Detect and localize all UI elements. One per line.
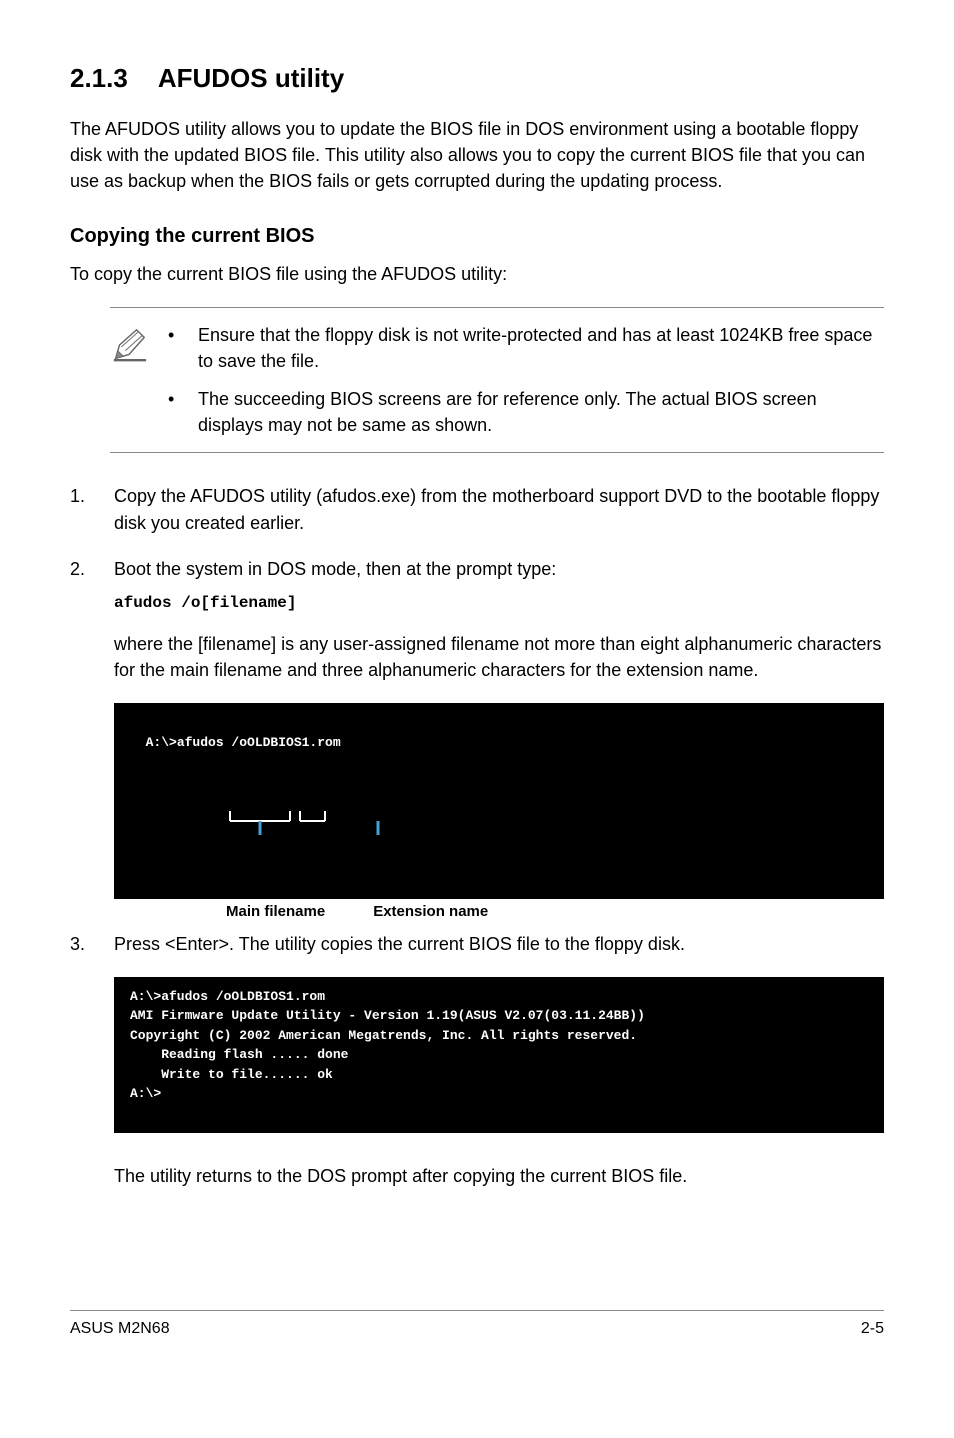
- section-title-text: AFUDOS utility: [158, 63, 344, 93]
- note-item: • Ensure that the floppy disk is not wri…: [168, 322, 884, 374]
- page-footer: ASUS M2N68 2-5: [70, 1310, 884, 1340]
- step-number: 3.: [70, 931, 114, 957]
- step-number: 2.: [70, 556, 114, 683]
- step-text: Boot the system in DOS mode, then at the…: [114, 559, 556, 579]
- section-number: 2.1.3: [70, 60, 128, 98]
- step-body: Boot the system in DOS mode, then at the…: [114, 556, 884, 683]
- section-heading: 2.1.3 AFUDOS utility: [70, 60, 884, 98]
- list-item: 1. Copy the AFUDOS utility (afudos.exe) …: [70, 483, 884, 535]
- step-number: 1.: [70, 483, 114, 535]
- filename-brackets: [130, 772, 868, 876]
- note-content: • Ensure that the floppy disk is not wri…: [168, 322, 884, 438]
- footer-page-number: 2-5: [861, 1317, 884, 1340]
- closing-paragraph: The utility returns to the DOS prompt af…: [114, 1163, 884, 1189]
- filename-labels: Main filename Extension name: [114, 901, 884, 923]
- sub-intro: To copy the current BIOS file using the …: [70, 261, 884, 287]
- extension-name-label: Extension name: [373, 901, 488, 923]
- list-item: 2. Boot the system in DOS mode, then at …: [70, 556, 884, 683]
- numbered-list-cont: 3. Press <Enter>. The utility copies the…: [70, 931, 884, 957]
- intro-paragraph: The AFUDOS utility allows you to update …: [70, 116, 884, 194]
- note-block: • Ensure that the floppy disk is not wri…: [110, 307, 884, 453]
- footer-left: ASUS M2N68: [70, 1317, 170, 1340]
- numbered-list: 1. Copy the AFUDOS utility (afudos.exe) …: [70, 483, 884, 683]
- pencil-note-icon: [110, 322, 168, 438]
- bullet-icon: •: [168, 386, 198, 438]
- note-item: • The succeeding BIOS screens are for re…: [168, 386, 884, 438]
- step-body: Press <Enter>. The utility copies the cu…: [114, 931, 884, 957]
- main-filename-label: Main filename: [226, 901, 325, 923]
- command-line: afudos /o[filename]: [114, 592, 884, 615]
- step-note: where the [filename] is any user-assigne…: [114, 631, 884, 683]
- terminal-output: A:\>afudos /oOLDBIOS1.rom: [114, 703, 884, 899]
- terminal-output: A:\>afudos /oOLDBIOS1.rom AMI Firmware U…: [114, 977, 884, 1134]
- terminal-line: A:\>afudos /oOLDBIOS1.rom: [146, 735, 341, 750]
- sub-heading: Copying the current BIOS: [70, 222, 884, 251]
- step-body: Copy the AFUDOS utility (afudos.exe) fro…: [114, 483, 884, 535]
- bullet-icon: •: [168, 322, 198, 374]
- list-item: 3. Press <Enter>. The utility copies the…: [70, 931, 884, 957]
- note-text: Ensure that the floppy disk is not write…: [198, 322, 884, 374]
- note-text: The succeeding BIOS screens are for refe…: [198, 386, 884, 438]
